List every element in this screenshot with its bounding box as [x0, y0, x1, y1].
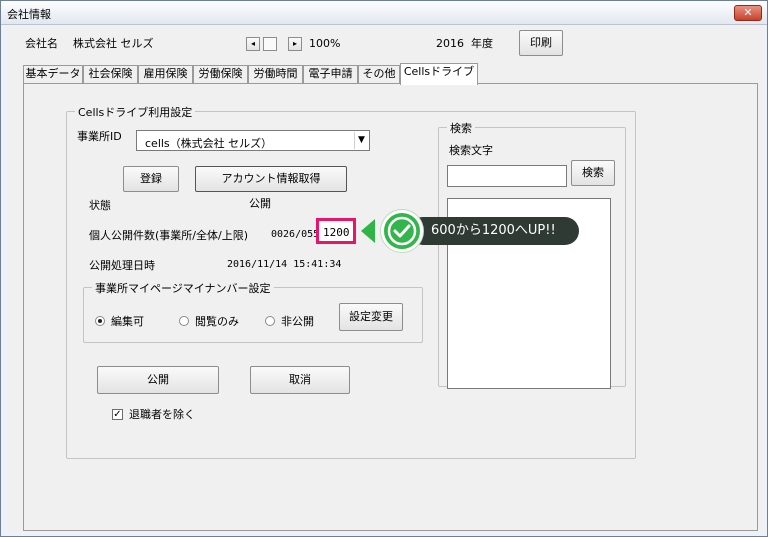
close-button[interactable]: ✕	[734, 5, 762, 21]
tab-electronic-application[interactable]: 電子申請	[303, 65, 358, 83]
change-settings-button[interactable]: 設定変更	[339, 303, 403, 331]
zoom-in-button[interactable]: ▸	[288, 37, 302, 51]
public-count-limit: 1200	[323, 226, 350, 239]
radio-editable[interactable]: 編集可	[95, 313, 144, 329]
search-input[interactable]	[447, 165, 567, 187]
check-circle-icon	[381, 210, 423, 252]
radio-view-only[interactable]: 閲覧のみ	[179, 313, 239, 329]
print-button[interactable]: 印刷	[519, 30, 563, 56]
title-bar: 会社情報 ✕	[1, 1, 767, 25]
search-button[interactable]: 検索	[571, 160, 615, 186]
callout-arrow	[361, 219, 375, 243]
tab-other[interactable]: その他	[358, 65, 400, 83]
radio-unselected-icon	[179, 316, 189, 326]
radio-editable-label: 編集可	[111, 315, 144, 328]
published-at-value: 2016/11/14 15:41:34	[227, 259, 342, 270]
limit-highlight-box: 1200	[316, 218, 356, 244]
exclude-retired-label: 退職者を除く	[129, 408, 195, 421]
cells-drive-settings-title: Cellsドライブ利用設定	[75, 104, 196, 120]
office-id-select[interactable]: cells（株式会社 セルズ） ▼	[136, 130, 370, 151]
search-group-title: 検索	[447, 120, 475, 136]
mynumber-settings-title: 事業所マイページマイナンバー設定	[92, 280, 274, 296]
office-id-label: 事業所ID	[77, 130, 122, 143]
tab-employment-insurance[interactable]: 雇用保険	[138, 65, 193, 83]
radio-selected-icon	[95, 316, 105, 326]
zoom-level: 100%	[309, 37, 341, 50]
exclude-retired-checkbox[interactable]: ✓ 退職者を除く	[112, 406, 195, 422]
tab-cells-drive[interactable]: Cellsドライブ	[400, 63, 478, 85]
company-info-window: 会社情報 ✕ 会社名 株式会社 セルズ ◂ ▸ 100% 2016 年度 印刷 …	[0, 0, 768, 537]
register-button[interactable]: 登録	[123, 166, 179, 192]
tab-labor-insurance[interactable]: 労働保険	[193, 65, 248, 83]
radio-private-label: 非公開	[281, 315, 314, 328]
published-at-label: 公開処理日時	[89, 259, 155, 272]
arrow-right-icon: ▸	[292, 39, 297, 48]
radio-view-only-label: 閲覧のみ	[195, 315, 239, 328]
office-id-value: cells（株式会社 セルズ）	[145, 137, 273, 150]
window-client-area: 会社名 株式会社 セルズ ◂ ▸ 100% 2016 年度 印刷 基本データ 社…	[7, 26, 762, 531]
window-title: 会社情報	[7, 8, 51, 21]
zoom-slider-thumb[interactable]	[263, 37, 277, 51]
tab-social-insurance[interactable]: 社会保険	[83, 65, 138, 83]
tab-working-hours[interactable]: 労働時間	[248, 65, 303, 83]
company-name-value: 株式会社 セルズ	[73, 37, 154, 50]
public-count-label: 個人公開件数(事業所/全体/上限)	[89, 229, 248, 242]
fiscal-year-label: 年度	[471, 37, 493, 50]
cancel-button[interactable]: 取消	[250, 366, 350, 394]
arrow-left-icon: ◂	[250, 39, 255, 48]
zoom-out-button[interactable]: ◂	[246, 37, 260, 51]
publish-button[interactable]: 公開	[97, 366, 219, 394]
search-text-label: 検索文字	[449, 144, 493, 157]
company-name-label: 会社名	[25, 37, 58, 50]
chevron-down-icon: ▼	[354, 132, 368, 149]
get-account-info-button[interactable]: アカウント情報取得	[195, 166, 347, 192]
radio-private[interactable]: 非公開	[265, 313, 314, 329]
fiscal-year: 2016	[436, 37, 464, 50]
radio-unselected-icon	[265, 316, 275, 326]
status-value: 公開	[249, 197, 271, 210]
checkmark-icon: ✓	[112, 408, 123, 420]
close-icon: ✕	[743, 6, 753, 19]
upgrade-callout: 600から1200へUP!!	[361, 209, 579, 255]
tab-basic-data[interactable]: 基本データ	[23, 65, 83, 83]
status-label: 状態	[89, 199, 111, 212]
callout-text: 600から1200へUP!!	[409, 217, 579, 245]
